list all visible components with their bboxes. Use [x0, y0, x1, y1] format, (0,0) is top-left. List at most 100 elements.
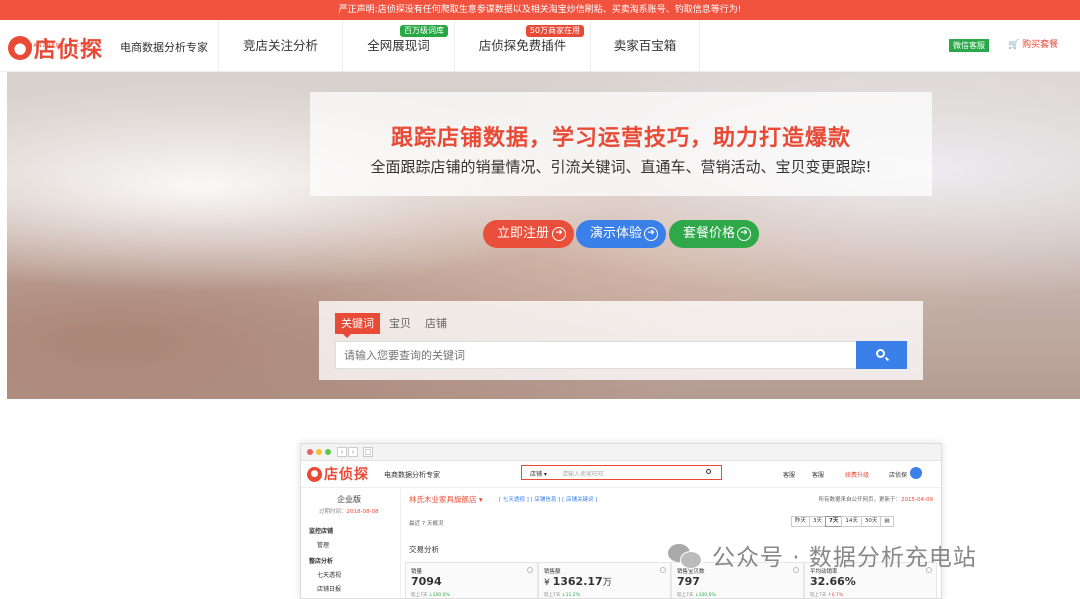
- buy-package-link[interactable]: 🛒 购买套餐: [1008, 39, 1058, 52]
- preview-side-item: 整店分析: [309, 558, 334, 565]
- nav-badge: 50万商家在用: [525, 25, 584, 37]
- hero-title: 跟踪店铺数据，学习运营技巧，助力打造爆款: [390, 126, 851, 151]
- keyword-search-input[interactable]: [335, 341, 857, 369]
- day-tab: 3天: [809, 516, 827, 527]
- search-icon: [706, 469, 711, 474]
- nav-label: 全网展现词: [367, 38, 430, 53]
- logo-subtext: DIANZHENTAN.COM: [26, 43, 91, 49]
- buy-label: 购买套餐: [1022, 40, 1059, 50]
- close-dot-icon: [307, 449, 313, 455]
- stat-card: 销量 7094 较上7天 ↓100.0%: [405, 562, 538, 598]
- stat-value: 7094: [411, 575, 442, 588]
- day-tab: 昨天: [791, 516, 811, 527]
- price-button[interactable]: 套餐价格 ➜: [669, 220, 759, 248]
- preview-side-item: 监控店铺: [309, 528, 334, 535]
- preview-overview-label: 最近 7 天概况: [409, 521, 444, 527]
- stat-value: 32.66%: [810, 575, 856, 588]
- wechat-watermark: 公众号 · 数据分析充电站: [668, 538, 977, 572]
- back-icon: ‹: [337, 447, 347, 457]
- day-tab: 30天: [860, 516, 882, 527]
- note-prefix: 所有数据来自公开网页，更新于：: [818, 497, 902, 503]
- help-icon: [527, 567, 533, 573]
- search-button[interactable]: [856, 341, 907, 369]
- avatar: [910, 467, 922, 479]
- stat-value: 797: [677, 575, 700, 588]
- preview-expire: 过期时间：2018-08-08: [319, 507, 378, 515]
- preview-side-item: 管理: [317, 542, 330, 549]
- stat-compare: 较上7天 ↑0.7%: [810, 593, 844, 598]
- stat-card: 销售额 ¥ 1362.17万 较上7天 ↓11.2%: [538, 562, 671, 598]
- wechat-icon: [668, 542, 702, 569]
- notice-bar: 严正声明:店侦探没有任何爬取生意参谋数据以及相关淘宝炒信刷粘、买卖淘系账号、钓取…: [0, 0, 1080, 20]
- preview-side-item: 店铺日报: [317, 586, 342, 593]
- browser-chrome: ‹ › □: [301, 444, 941, 461]
- site-header: ● 店侦探 DIANZHENTAN.COM 电商数据分析专家 竞店关注分析 全网…: [0, 20, 1080, 72]
- preview-search-box: 店铺 ▾ 请输入卖家旺旺: [521, 465, 722, 480]
- preview-header: ● 店侦探 电商数据分析专家 店铺 ▾ 请输入卖家旺旺 客服 客服 续费升级 店…: [301, 461, 941, 488]
- demo-button[interactable]: 演示体验 ➜: [576, 220, 666, 248]
- search-tab-item[interactable]: 宝贝: [389, 313, 411, 334]
- preview-link-service1: 客服: [783, 472, 796, 479]
- expire-label: 过期时间：: [319, 509, 347, 515]
- slogan: 电商数据分析专家: [120, 41, 208, 54]
- price-label: 套餐价格: [683, 226, 736, 241]
- hero-banner: 跟踪店铺数据，学习运营技巧，助力打造爆款 全面跟踪店铺的销量情况、引流关键词、直…: [7, 72, 1080, 399]
- dashboard-preview: ‹ › □ ● 店侦探 电商数据分析专家 店铺 ▾ 请输入卖家旺旺 客服 客服 …: [300, 443, 942, 599]
- preview-side-item: 七天透视: [317, 572, 342, 579]
- nav-badge: 百万级词库: [400, 25, 448, 37]
- active-tab-caret: [343, 334, 351, 338]
- arrow-right-icon: ➜: [737, 227, 751, 241]
- nav-seller-toolbox[interactable]: 卖家百宝箱: [590, 20, 700, 72]
- search-tab-shop[interactable]: 店铺: [425, 313, 447, 334]
- expire-date: 2018-08-08: [346, 509, 379, 515]
- nav-competitor-analysis[interactable]: 竞店关注分析: [218, 20, 342, 72]
- preview-shop-name: 林氏木业家具旗舰店 ▾: [409, 495, 483, 504]
- preview-sidebar: 企业版 过期时间：2018-08-08 监控店铺 管理 整店分析 七天透视 店铺…: [301, 488, 401, 598]
- note-date: 2015-04-09: [901, 497, 933, 503]
- cart-icon: 🛒: [1008, 40, 1020, 50]
- stat-compare: 较上7天 ↓100.0%: [411, 593, 450, 598]
- minimize-dot-icon: [316, 449, 322, 455]
- day-tab: 7天: [825, 516, 843, 527]
- nav-keyword-display[interactable]: 全网展现词 百万级词库: [342, 20, 454, 72]
- nav-free-plugin[interactable]: 店侦探免费插件 50万商家在用: [454, 20, 590, 72]
- nav-label: 卖家百宝箱: [613, 38, 677, 53]
- preview-link-service2: 客服: [812, 472, 825, 479]
- stat-label: 销量: [411, 569, 423, 575]
- day-tab: 14天: [841, 516, 862, 527]
- preview-shop-links: [ 七天透视 ] [ 店铺信息 ] [ 店铺关键词 ]: [499, 497, 598, 503]
- maximize-dot-icon: [325, 449, 331, 455]
- preview-search-placeholder: 请输入卖家旺旺: [562, 471, 605, 478]
- calendar-icon: ▤: [880, 516, 894, 527]
- demo-label: 演示体验: [590, 226, 643, 241]
- nav-label: 竞店关注分析: [242, 38, 318, 53]
- wechat-service-button[interactable]: 微信客服: [949, 39, 989, 52]
- search-panel: 关键词 宝贝 店铺: [319, 301, 923, 380]
- sidebar-toggle-icon: □: [363, 447, 373, 457]
- search-icon: [876, 349, 885, 358]
- preview-plan-title: 企业版: [337, 495, 361, 504]
- arrow-right-icon: ➜: [552, 227, 566, 241]
- search-tab-keyword[interactable]: 关键词: [335, 313, 380, 334]
- preview-user: 店侦探: [889, 472, 908, 479]
- register-button[interactable]: 立即注册 ➜: [483, 220, 574, 248]
- nav-label: 店侦探免费插件: [478, 38, 567, 53]
- stat-compare: 较上7天 ↓11.2%: [544, 593, 580, 598]
- stat-compare: 较上7天 ↓100.0%: [677, 593, 716, 598]
- preview-slogan: 电商数据分析专家: [384, 471, 440, 479]
- arrow-right-icon: ➜: [644, 227, 658, 241]
- preview-search-select: 店铺 ▾: [530, 471, 547, 478]
- preview-day-tabs: 昨天 3天 7天 14天 30天 ▤: [791, 516, 894, 527]
- preview-link-upgrade: 续费升级: [845, 472, 870, 479]
- preview-logo: ● 店侦探: [307, 464, 369, 484]
- preview-update-note: 所有数据来自公开网页，更新于：2015-04-09: [819, 495, 933, 503]
- main-nav: 竞店关注分析 全网展现词 百万级词库 店侦探免费插件 50万商家在用 卖家百宝箱: [218, 20, 700, 72]
- hero-subtitle: 全面跟踪店铺的销量情况、引流关键词、直通车、营销活动、宝贝变更跟踪!: [370, 158, 872, 176]
- preview-section-title: 交易分析: [409, 545, 439, 554]
- forward-icon: ›: [348, 447, 358, 457]
- help-icon: [660, 567, 666, 573]
- stat-label: 销售额: [544, 569, 561, 575]
- logo-detective-icon: ●: [307, 466, 322, 482]
- watermark-text: 公众号 · 数据分析充电站: [712, 545, 977, 571]
- preview-logo-text: 店侦探: [324, 467, 369, 483]
